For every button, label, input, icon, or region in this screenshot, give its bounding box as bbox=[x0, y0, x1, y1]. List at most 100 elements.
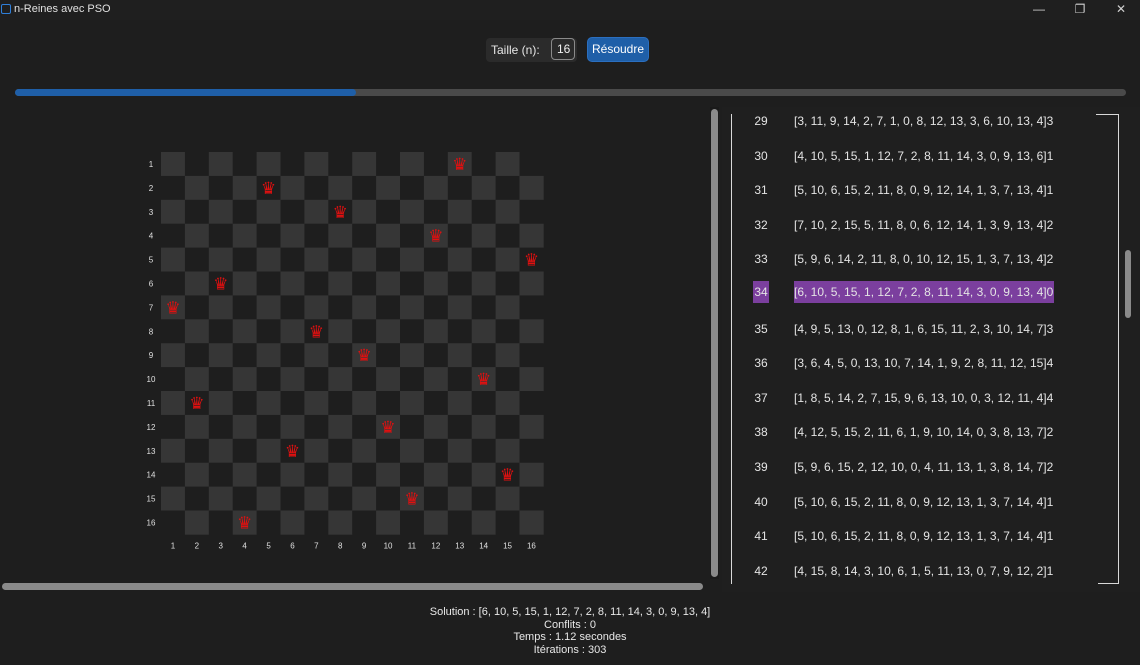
board-square bbox=[447, 343, 472, 368]
queen-icon: ♛ bbox=[189, 394, 204, 414]
board-square bbox=[423, 462, 449, 487]
board-square bbox=[376, 438, 401, 463]
board-square bbox=[471, 391, 496, 416]
app-icon bbox=[1, 4, 11, 14]
board-square bbox=[232, 319, 257, 344]
column-label: 4 bbox=[242, 541, 247, 550]
history-row[interactable]: 39 [5, 9, 6, 15, 2, 12, 10, 0, 4, 11, 13,… bbox=[722, 450, 1122, 484]
board-vertical-scrollbar[interactable] bbox=[710, 107, 719, 579]
scrollbar-thumb[interactable] bbox=[711, 109, 718, 577]
history-row[interactable]: 40 [5, 10, 6, 15, 2, 11, 8, 0, 9, 12, 13,… bbox=[722, 485, 1122, 519]
solution-text: Solution : [6, 10, 5, 15, 1, 12, 7, 2, 8… bbox=[429, 606, 711, 618]
history-row[interactable]: 42 [4, 15, 8, 14, 3, 10, 6, 1, 5, 11, 13,… bbox=[722, 554, 1122, 588]
board-square bbox=[232, 199, 257, 224]
close-button[interactable]: ✕ bbox=[1101, 0, 1140, 20]
board-square bbox=[352, 223, 377, 248]
board-square bbox=[400, 343, 425, 368]
board-square bbox=[256, 367, 281, 392]
board-square bbox=[376, 247, 401, 272]
history-row[interactable]: 31 [5, 10, 6, 15, 2, 11, 8, 0, 9, 12, 14,… bbox=[722, 173, 1122, 207]
iteration-cell: 29 bbox=[754, 114, 768, 128]
board-square bbox=[423, 438, 449, 463]
queen-icon: ♛ bbox=[333, 203, 348, 223]
board-square bbox=[495, 199, 520, 224]
queen-icon: ♛ bbox=[357, 346, 372, 366]
board-square bbox=[400, 199, 425, 224]
column-label: 10 bbox=[384, 541, 393, 550]
minimize-button[interactable]: — bbox=[1019, 0, 1059, 20]
board-square bbox=[161, 343, 186, 368]
history-row[interactable]: 30 [4, 10, 5, 15, 1, 12, 7, 2, 8, 11, 14,… bbox=[722, 139, 1122, 173]
board-square bbox=[256, 414, 281, 440]
board-square bbox=[423, 175, 449, 201]
solution-cell: [6, 10, 5, 15, 1, 12, 7, 2, 8, 11, 14, 3… bbox=[794, 281, 1047, 303]
board-square bbox=[232, 271, 257, 296]
queen-icon: ♛ bbox=[285, 442, 300, 462]
board-square bbox=[447, 319, 472, 344]
board-square bbox=[328, 462, 353, 487]
board-square bbox=[376, 510, 401, 535]
scrollbar-thumb[interactable] bbox=[2, 583, 703, 590]
column-label: 1 bbox=[171, 541, 176, 550]
board-square bbox=[352, 319, 377, 344]
maximize-button[interactable]: ❐ bbox=[1060, 0, 1100, 20]
size-input[interactable] bbox=[551, 38, 575, 60]
history-row[interactable]: 29 [3, 11, 9, 14, 2, 7, 1, 0, 8, 12, 13, … bbox=[722, 107, 1122, 138]
board-square bbox=[447, 175, 472, 201]
queen-icon: ♛ bbox=[428, 227, 443, 247]
iteration-cell: 39 bbox=[754, 460, 768, 474]
board-square bbox=[328, 414, 353, 440]
board-square bbox=[184, 462, 210, 487]
conflicts-cell: 1 bbox=[1046, 148, 1054, 163]
scrollbar-thumb[interactable] bbox=[1125, 250, 1131, 318]
board-square bbox=[161, 319, 186, 344]
board-square bbox=[400, 295, 425, 320]
board-horizontal-scrollbar[interactable] bbox=[0, 582, 706, 591]
board-square bbox=[519, 319, 544, 344]
board-square bbox=[304, 510, 329, 535]
board-square bbox=[328, 343, 353, 368]
board-square bbox=[423, 295, 449, 320]
solve-button[interactable]: Résoudre bbox=[587, 37, 649, 62]
board-square bbox=[208, 462, 233, 487]
queen-icon: ♛ bbox=[452, 155, 467, 175]
history-row[interactable]: 32 [7, 10, 2, 15, 5, 11, 8, 0, 6, 12, 14,… bbox=[722, 208, 1122, 242]
history-row[interactable]: 36 [3, 6, 4, 5, 0, 13, 10, 7, 14, 1, 9, 2… bbox=[722, 346, 1122, 380]
board-square bbox=[232, 414, 257, 440]
board-square bbox=[256, 319, 281, 344]
row-label: 14 bbox=[147, 471, 156, 480]
iteration-cell: 40 bbox=[754, 494, 768, 509]
board-square bbox=[232, 223, 257, 248]
board-square bbox=[280, 271, 305, 296]
history-row[interactable]: 38 [4, 12, 5, 15, 2, 11, 6, 1, 9, 10, 14,… bbox=[722, 415, 1122, 449]
row-label: 7 bbox=[149, 303, 154, 312]
board-square bbox=[471, 175, 496, 201]
queen-icon: ♛ bbox=[309, 322, 324, 342]
board-square bbox=[519, 295, 544, 320]
row-label: 1 bbox=[149, 160, 154, 169]
board-square bbox=[495, 271, 520, 296]
solution-cell: [5, 10, 6, 15, 2, 11, 8, 0, 9, 12, 13, 1… bbox=[794, 494, 1047, 509]
board-square bbox=[400, 414, 425, 440]
board-square bbox=[208, 223, 233, 248]
board-square bbox=[423, 414, 449, 440]
conflicts-cell: 1 bbox=[1046, 563, 1054, 578]
history-row[interactable]: 41 [5, 10, 6, 15, 2, 11, 8, 0, 9, 12, 13,… bbox=[722, 519, 1122, 553]
history-row[interactable]: 33 [5, 9, 6, 14, 2, 11, 8, 0, 10, 12, 15,… bbox=[722, 242, 1122, 276]
iteration-cell: 42 bbox=[754, 563, 768, 578]
history-row[interactable]: 34 [6, 10, 5, 15, 1, 12, 7, 2, 8, 11, 14,… bbox=[722, 277, 1122, 311]
board-square bbox=[423, 247, 449, 272]
board-square bbox=[376, 343, 401, 368]
history-row[interactable]: 37 [1, 8, 5, 14, 2, 7, 15, 9, 6, 13, 10, … bbox=[722, 381, 1122, 415]
board-square bbox=[471, 343, 496, 368]
history-row[interactable]: 35 [4, 9, 5, 13, 0, 12, 8, 1, 6, 15, 11, … bbox=[722, 312, 1122, 346]
board-square bbox=[161, 486, 186, 511]
queen-icon: ♛ bbox=[165, 298, 180, 318]
row-label: 9 bbox=[149, 351, 154, 360]
board-square bbox=[184, 152, 210, 177]
column-label: 12 bbox=[431, 541, 440, 550]
board-square bbox=[208, 199, 233, 224]
board-square bbox=[495, 152, 520, 177]
row-label: 6 bbox=[149, 279, 154, 288]
history-vertical-scrollbar[interactable] bbox=[1123, 107, 1133, 592]
